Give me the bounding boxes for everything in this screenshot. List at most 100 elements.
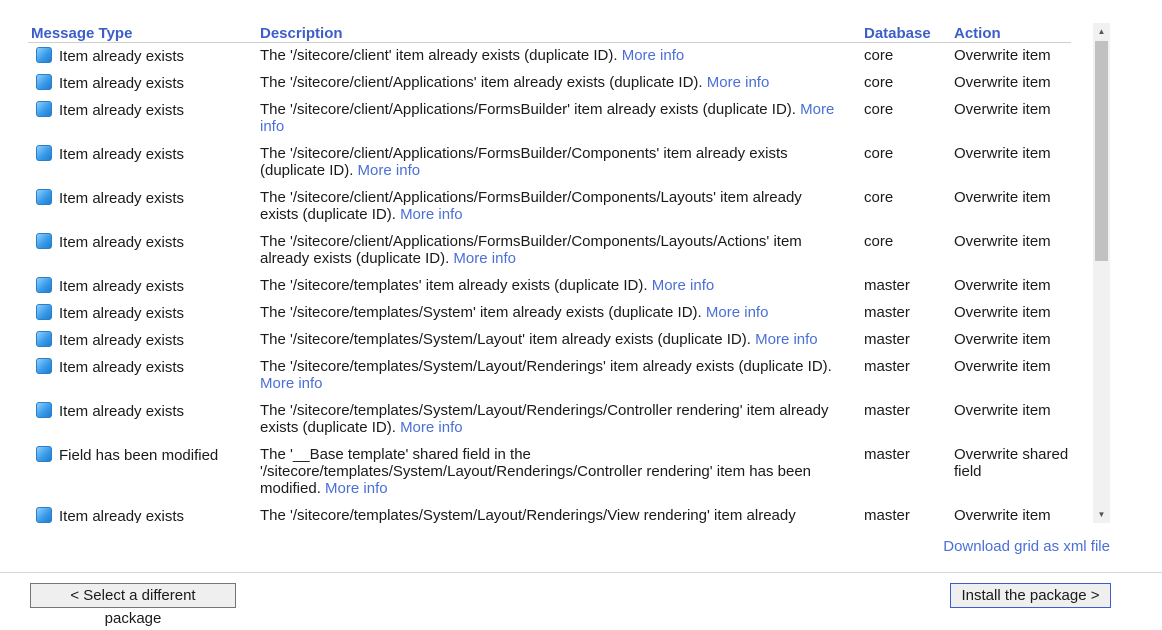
table-row[interactable]: Item already exists The '/sitecore/client… [28,229,1071,273]
more-info-link[interactable]: More info [706,304,769,321]
message-type-cell: Item already exists [28,327,260,354]
action-cell[interactable]: Overwrite item [954,43,1071,70]
message-type-text: Item already exists [59,48,185,65]
description-cell: The '/sitecore/client' item already exis… [260,43,864,70]
action-cell[interactable]: Overwrite item [954,229,1071,273]
header-description[interactable]: Description [260,23,864,43]
download-grid-xml-link[interactable]: Download grid as xml file [943,538,1110,555]
message-type-text: Field has been modified [59,446,219,464]
table-row[interactable]: Item already exists The '/sitecore/templa… [28,300,1071,327]
message-type-text: Item already exists [59,507,185,524]
description-text: The '/sitecore/client' item already exis… [260,47,618,64]
message-type-text: Item already exists [59,189,185,207]
message-type-cell: Item already exists [28,300,260,327]
message-type-cell: Item already exists [28,229,260,273]
table-row[interactable]: Item already exists The '/sitecore/client… [28,97,1071,141]
install-package-button[interactable]: Install the package > [950,583,1111,608]
table-row[interactable]: Item already exists The '/sitecore/client… [28,43,1071,70]
message-type-cell: Item already exists [28,97,260,141]
database-cell: core [864,47,894,64]
table-row[interactable]: Item already exists The '/sitecore/templa… [28,503,1071,524]
grid-scrollbar[interactable]: ▲ ▼ [1093,23,1110,523]
action-cell[interactable]: Overwrite item [954,273,1071,300]
scroll-up-arrow-icon[interactable]: ▲ [1093,23,1110,40]
info-message-icon [36,47,52,63]
message-type-cell: Item already exists [28,70,260,97]
description-text: The '/sitecore/templates/System/Layout/R… [260,401,829,436]
more-info-link[interactable]: More info [358,162,421,179]
message-type-text: Item already exists [59,402,185,420]
action-cell[interactable]: Overwrite item [954,141,1071,185]
message-type-text: Item already exists [59,145,185,163]
description-cell: The '/sitecore/templates/System/Layout/R… [260,398,864,442]
description-cell: The '/sitecore/templates/System/Layout/R… [260,503,864,524]
more-info-link[interactable]: More info [755,331,818,348]
table-row[interactable]: Item already exists The '/sitecore/client… [28,141,1071,185]
more-info-link[interactable]: More info [400,419,463,436]
description-cell: The '/sitecore/templates' item already e… [260,273,864,300]
action-cell[interactable]: Overwrite item [954,70,1071,97]
action-cell[interactable]: Overwrite item [954,185,1071,229]
info-message-icon [36,144,52,161]
action-cell[interactable]: Overwrite item [954,97,1071,141]
grid-body: Item already exists The '/sitecore/client… [28,43,1071,524]
footer-divider [0,572,1162,573]
info-message-icon [36,330,52,347]
message-type-text: Item already exists [59,233,185,251]
action-cell[interactable]: Overwrite shared field [954,442,1071,503]
more-info-link[interactable]: More info [400,206,463,223]
description-text: The '/sitecore/client/Applications/Forms… [260,144,788,179]
info-message-icon [36,303,52,320]
description-cell: The '/sitecore/client/Applications/Forms… [260,141,864,185]
info-message-icon [36,276,52,293]
action-cell[interactable]: Overwrite item [954,300,1071,327]
header-message-type[interactable]: Message Type [28,23,260,43]
database-cell: master [864,303,910,321]
database-cell: master [864,401,910,419]
table-row[interactable]: Item already exists The '/sitecore/templa… [28,273,1071,300]
message-type-cell: Item already exists [28,185,260,229]
scroll-down-arrow-icon[interactable]: ▼ [1093,506,1110,523]
table-row[interactable]: Item already exists The '/sitecore/client… [28,70,1071,97]
database-cell: master [864,445,910,463]
info-message-icon [36,401,52,418]
more-info-link[interactable]: More info [707,74,770,91]
description-cell: The '/sitecore/client/Applications/Forms… [260,97,864,141]
message-type-cell: Item already exists [28,398,260,442]
action-cell[interactable]: Overwrite item [954,503,1071,524]
database-cell: core [864,100,894,118]
database-cell: core [864,232,894,250]
more-info-link[interactable]: More info [453,250,516,267]
table-row[interactable]: Item already exists The '/sitecore/templa… [28,398,1071,442]
description-cell: The '/sitecore/templates/System' item al… [260,300,864,327]
more-info-link[interactable]: More info [622,47,685,64]
description-text: The '/sitecore/templates/System/Layout' … [260,330,751,348]
table-row[interactable]: Field has been modified The '__Base templ… [28,442,1071,503]
message-type-cell: Item already exists [28,354,260,398]
info-message-icon [36,73,52,90]
info-message-icon [36,357,52,374]
header-database[interactable]: Database [864,23,954,43]
more-info-link[interactable]: More info [260,375,323,392]
database-cell: master [864,506,910,524]
action-cell[interactable]: Overwrite item [954,354,1071,398]
message-type-text: Item already exists [59,358,185,376]
action-cell[interactable]: Overwrite item [954,398,1071,442]
info-message-icon [36,188,52,205]
table-row[interactable]: Item already exists The '/sitecore/client… [28,185,1071,229]
header-action[interactable]: Action [954,23,1071,43]
more-info-link[interactable]: More info [325,480,388,497]
message-table: Message Type Description Database Action… [28,23,1071,523]
database-cell: core [864,188,894,206]
select-different-package-button[interactable]: < Select a different package [30,583,236,627]
action-cell[interactable]: Overwrite item [954,327,1071,354]
description-cell: The '/sitecore/client/Applications/Forms… [260,229,864,273]
more-info-link[interactable]: More info [652,277,715,294]
message-type-cell: Item already exists [28,503,260,524]
table-row[interactable]: Item already exists The '/sitecore/templa… [28,354,1071,398]
description-text: The '/sitecore/templates/System' item al… [260,303,702,321]
description-cell: The '/sitecore/templates/System/Layout' … [260,327,864,354]
scroll-thumb[interactable] [1095,41,1108,261]
message-type-text: Item already exists [59,277,185,295]
table-row[interactable]: Item already exists The '/sitecore/templa… [28,327,1071,354]
